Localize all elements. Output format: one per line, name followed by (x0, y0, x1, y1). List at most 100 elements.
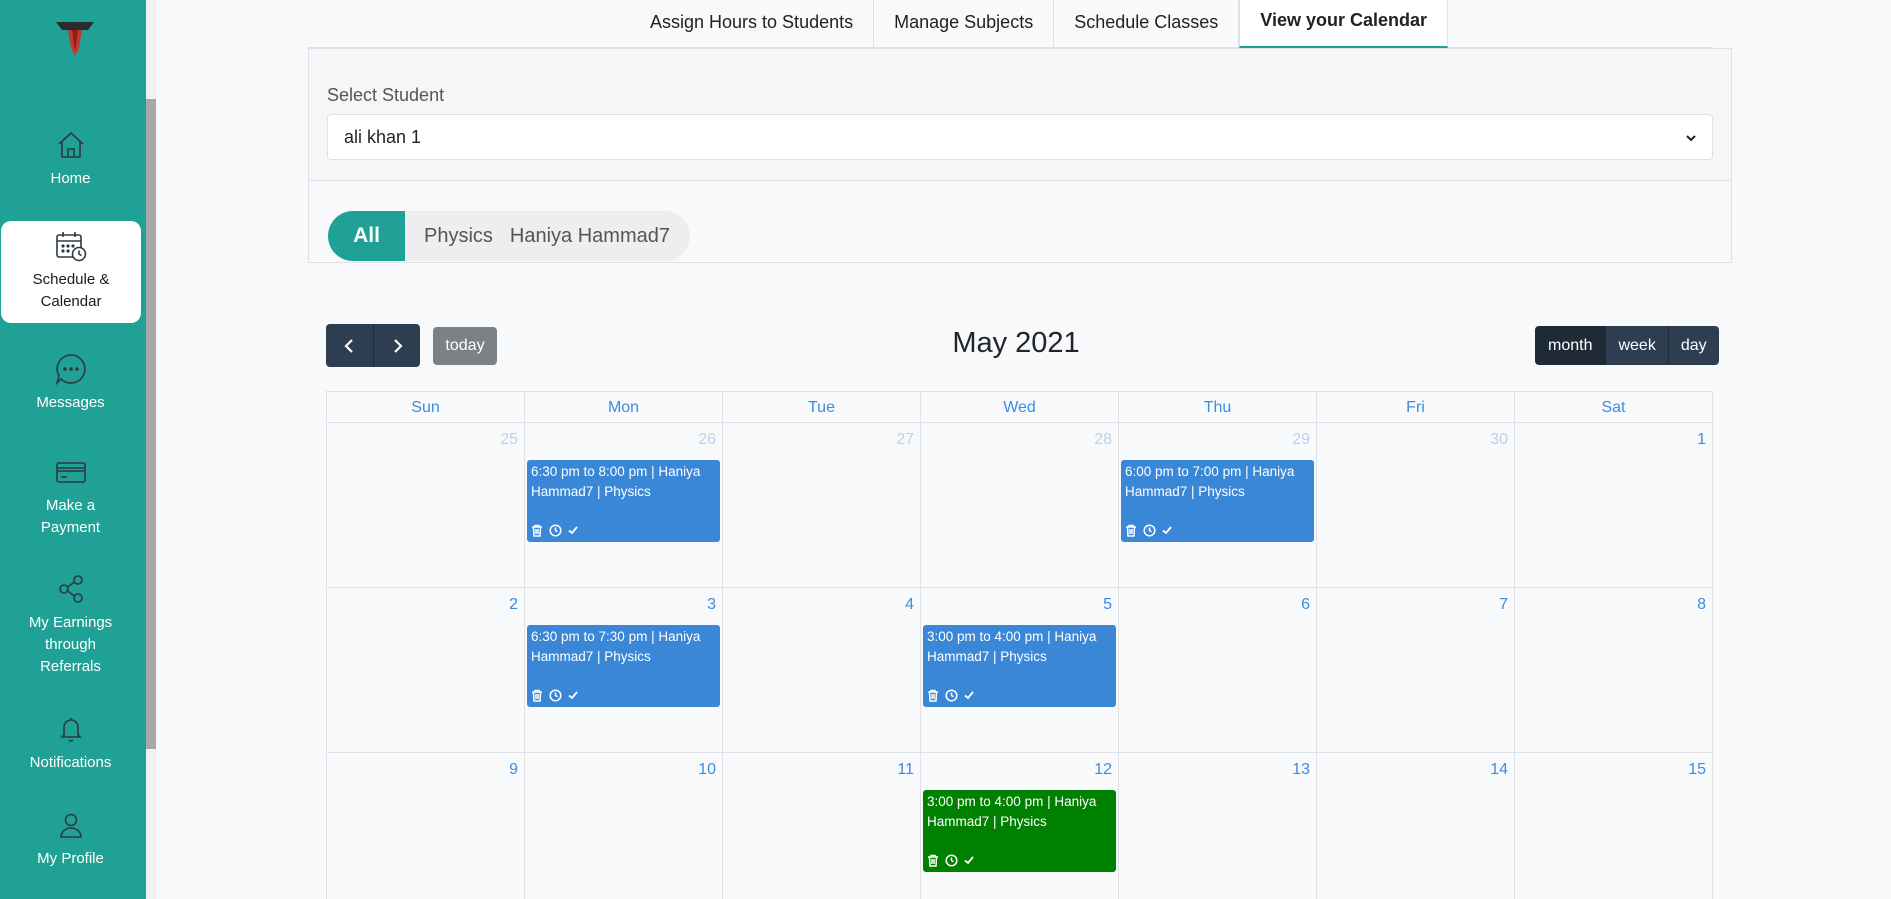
week-view-button[interactable]: week (1605, 326, 1668, 365)
day-number[interactable]: 6 (1301, 596, 1310, 614)
today-button[interactable]: today (433, 327, 497, 365)
sidebar-item-messages[interactable]: Messages (0, 352, 141, 414)
reschedule-event-icon[interactable] (1143, 524, 1156, 537)
day-cell[interactable]: 7 (1317, 588, 1515, 753)
day-cell[interactable]: 15 (1515, 753, 1713, 899)
filter-panel: Select Student ali khan 1 All Physics Ha… (308, 48, 1732, 263)
complete-event-icon[interactable] (567, 689, 580, 702)
tab-schedule-classes[interactable]: Schedule Classes (1054, 0, 1240, 48)
day-number[interactable]: 7 (1499, 596, 1508, 614)
view-switcher: month week day (1535, 326, 1719, 365)
day-cell[interactable]: 27 (723, 423, 921, 588)
credit-card-icon (54, 455, 88, 489)
day-cell[interactable]: 10 (525, 753, 723, 899)
day-number[interactable]: 1 (1697, 431, 1706, 449)
next-month-button[interactable] (373, 324, 420, 367)
logo-icon[interactable] (54, 18, 96, 60)
calendar-event[interactable]: 3:00 pm to 4:00 pm | Haniya Hammad7 | Ph… (923, 790, 1116, 872)
chevron-down-icon (1684, 129, 1698, 143)
day-number[interactable]: 11 (897, 761, 914, 779)
delete-event-icon[interactable] (531, 524, 544, 537)
day-number[interactable]: 10 (698, 761, 716, 779)
day-cell[interactable]: 12 3:00 pm to 4:00 pm | Haniya Hammad7 | … (921, 753, 1119, 899)
day-cell[interactable]: 3 6:30 pm to 7:30 pm | Haniya Hammad7 | P… (525, 588, 723, 753)
day-cell[interactable]: 1 (1515, 423, 1713, 588)
reschedule-event-icon[interactable] (549, 524, 562, 537)
reschedule-event-icon[interactable] (549, 689, 562, 702)
day-number[interactable]: 29 (1292, 431, 1310, 449)
day-cell[interactable]: 26 6:30 pm to 8:00 pm | Haniya Hammad7 | … (525, 423, 723, 588)
day-cell[interactable]: 6 (1119, 588, 1317, 753)
day-cell[interactable]: 9 (327, 753, 525, 899)
weekday-header-cell: Sat (1515, 392, 1713, 423)
day-cell[interactable]: 5 3:00 pm to 4:00 pm | Haniya Hammad7 | P… (921, 588, 1119, 753)
day-number[interactable]: 27 (896, 431, 914, 449)
day-cell[interactable]: 11 (723, 753, 921, 899)
reschedule-event-icon[interactable] (945, 689, 958, 702)
sidebar-item-make-payment[interactable]: Make a Payment (0, 455, 141, 539)
day-cell[interactable]: 14 (1317, 753, 1515, 899)
day-cell[interactable]: 30 (1317, 423, 1515, 588)
calendar-event[interactable]: 3:00 pm to 4:00 pm | Haniya Hammad7 | Ph… (923, 625, 1116, 707)
day-cell[interactable]: 13 (1119, 753, 1317, 899)
subject-filter-pills: All Physics Haniya Hammad7 (328, 211, 690, 261)
event-actions (927, 689, 976, 702)
day-number[interactable]: 26 (698, 431, 716, 449)
student-select[interactable]: ali khan 1 (327, 114, 1713, 160)
filter-physics-pill[interactable]: Physics (405, 225, 502, 248)
day-number[interactable]: 4 (905, 596, 914, 614)
calendar-event[interactable]: 6:00 pm to 7:00 pm | Haniya Hammad7 | Ph… (1121, 460, 1314, 542)
complete-event-icon[interactable] (567, 524, 580, 537)
sidebar-item-home[interactable]: Home (0, 128, 141, 190)
tab-view-calendar[interactable]: View your Calendar (1239, 0, 1449, 48)
day-number[interactable]: 12 (1094, 761, 1112, 779)
day-cell[interactable]: 29 6:00 pm to 7:00 pm | Haniya Hammad7 | … (1119, 423, 1317, 588)
calendar-event[interactable]: 6:30 pm to 8:00 pm | Haniya Hammad7 | Ph… (527, 460, 720, 542)
sidebar: Home Schedule & Calendar Messages Make a… (0, 0, 146, 899)
complete-event-icon[interactable] (963, 854, 976, 867)
sidebar-item-notifications[interactable]: Notifications (0, 712, 141, 774)
delete-event-icon[interactable] (927, 689, 940, 702)
sidebar-item-schedule-calendar[interactable]: Schedule & Calendar (1, 221, 141, 323)
day-cell[interactable]: 4 (723, 588, 921, 753)
day-number[interactable]: 3 (707, 596, 716, 614)
day-number[interactable]: 14 (1490, 761, 1508, 779)
day-cell[interactable]: 25 (327, 423, 525, 588)
chevron-left-icon (343, 338, 353, 353)
complete-event-icon[interactable] (1161, 524, 1174, 537)
delete-event-icon[interactable] (1125, 524, 1138, 537)
chevron-right-icon (394, 338, 403, 353)
day-number[interactable]: 30 (1490, 431, 1508, 449)
day-number[interactable]: 2 (509, 596, 518, 614)
delete-event-icon[interactable] (531, 689, 544, 702)
reschedule-event-icon[interactable] (945, 854, 958, 867)
sidebar-item-my-profile[interactable]: My Profile (0, 808, 141, 870)
day-number[interactable]: 5 (1103, 596, 1112, 614)
calendar-grid: Sun Mon Tue Wed Thu Fri Sat 25 26 6:30 pm to 8:0… (326, 391, 1713, 899)
tab-manage-subjects[interactable]: Manage Subjects (874, 0, 1055, 48)
bell-icon (54, 712, 88, 746)
day-number[interactable]: 28 (1094, 431, 1112, 449)
day-number[interactable]: 8 (1697, 596, 1706, 614)
day-number[interactable]: 13 (1292, 761, 1310, 779)
calendar-event[interactable]: 6:30 pm to 7:30 pm | Haniya Hammad7 | Ph… (527, 625, 720, 707)
day-number[interactable]: 25 (500, 431, 518, 449)
day-number[interactable]: 9 (509, 761, 518, 779)
day-cell[interactable]: 2 (327, 588, 525, 753)
filter-teacher-pill[interactable]: Haniya Hammad7 (502, 225, 690, 248)
sidebar-scrollbar[interactable] (146, 99, 156, 749)
sidebar-item-referrals[interactable]: My Earnings through Referrals (0, 572, 141, 678)
day-cell[interactable]: 28 (921, 423, 1119, 588)
filter-all-pill[interactable]: All (328, 211, 405, 261)
day-view-button[interactable]: day (1667, 326, 1719, 365)
month-view-button[interactable]: month (1535, 326, 1606, 365)
chat-icon (54, 352, 88, 386)
weekday-header-cell: Wed (921, 392, 1119, 423)
week-row: 25 26 6:30 pm to 8:00 pm | Haniya Hammad7 … (327, 423, 1713, 588)
complete-event-icon[interactable] (963, 689, 976, 702)
delete-event-icon[interactable] (927, 854, 940, 867)
tab-assign-hours[interactable]: Assign Hours to Students (630, 0, 875, 48)
prev-month-button[interactable] (326, 324, 373, 367)
day-number[interactable]: 15 (1688, 761, 1706, 779)
day-cell[interactable]: 8 (1515, 588, 1713, 753)
